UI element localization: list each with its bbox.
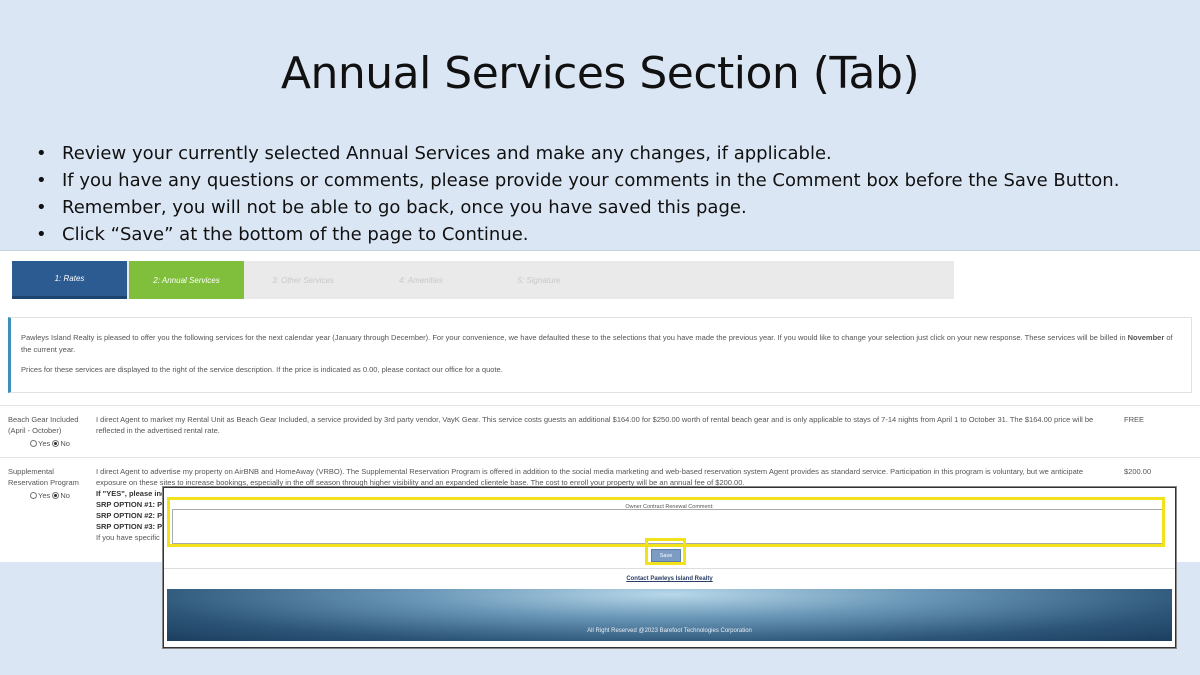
service-options: Yes No bbox=[8, 438, 90, 449]
no-radio[interactable] bbox=[52, 492, 60, 499]
slide-title: Annual Services Section (Tab) bbox=[280, 48, 920, 99]
tab-annual-services[interactable]: 2: Annual Services bbox=[129, 261, 244, 299]
service-name: Supplemental Reservation Program bbox=[8, 467, 79, 487]
page-footer: All Right Reserved @2023 Barefoot Techno… bbox=[167, 589, 1172, 641]
instruction-item: Review your currently selected Annual Se… bbox=[36, 140, 1186, 167]
contact-link[interactable]: Contact Pawleys Island Realty bbox=[164, 576, 1175, 582]
no-radio[interactable] bbox=[52, 440, 60, 447]
info-intro: Pawleys Island Realty is pleased to offe… bbox=[21, 332, 1181, 356]
info-intro-text: Pawleys Island Realty is pleased to offe… bbox=[21, 333, 1128, 342]
footer-copyright: All Right Reserved @2023 Barefoot Techno… bbox=[587, 628, 752, 634]
instruction-item: Remember, you will not be able to go bac… bbox=[36, 194, 1186, 221]
service-description: I direct Agent to market my Rental Unit … bbox=[96, 415, 1094, 435]
tab-rates[interactable]: 1: Rates bbox=[12, 261, 127, 299]
tab-amenities[interactable]: 4: Amenities bbox=[362, 261, 480, 299]
tab-signature[interactable]: 5: Signature bbox=[480, 261, 598, 299]
service-name-cell: Beach Gear Included (April - October) Ye… bbox=[8, 414, 90, 449]
instruction-item: Click “Save” at the bottom of the page t… bbox=[36, 221, 1186, 248]
info-panel: Pawleys Island Realty is pleased to offe… bbox=[8, 317, 1192, 393]
service-options: Yes No bbox=[8, 490, 90, 501]
service-description-text: I direct Agent to advertise my property … bbox=[96, 467, 1084, 487]
yes-radio[interactable] bbox=[30, 440, 37, 447]
wizard-tabs: 1: Rates 2: Annual Services 3: Other Ser… bbox=[12, 261, 954, 299]
tab-other-services[interactable]: 3: Other Services bbox=[244, 261, 362, 299]
instruction-list: Review your currently selected Annual Se… bbox=[36, 140, 1186, 248]
service-price: $200.00 bbox=[1124, 467, 1152, 476]
info-intro-bold: November bbox=[1127, 333, 1165, 342]
yes-label: Yes bbox=[38, 439, 51, 448]
service-name: Beach Gear Included (April - October) bbox=[8, 415, 79, 435]
service-name-cell: Supplemental Reservation Program Yes No bbox=[8, 466, 90, 501]
no-label: No bbox=[60, 491, 70, 500]
save-highlight bbox=[645, 538, 686, 565]
yes-label: Yes bbox=[38, 491, 51, 500]
yes-radio[interactable] bbox=[30, 492, 37, 499]
divider bbox=[164, 568, 1175, 569]
info-prices-note: Prices for these services are displayed … bbox=[21, 365, 503, 374]
instruction-item: If you have any questions or comments, p… bbox=[36, 167, 1186, 194]
service-price: FREE bbox=[1124, 415, 1145, 424]
no-label: No bbox=[60, 439, 70, 448]
